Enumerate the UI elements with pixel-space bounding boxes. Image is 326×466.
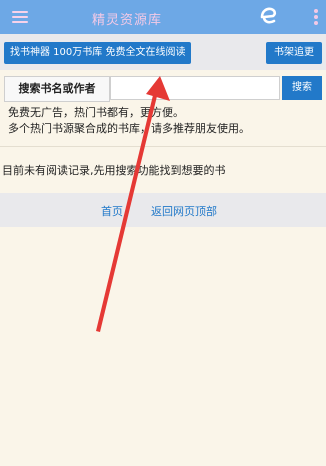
- search-button[interactable]: 搜索: [282, 76, 322, 100]
- back-to-top-link[interactable]: 返回网页顶部: [151, 203, 217, 219]
- menu-icon-line: [12, 11, 28, 13]
- menu-icon[interactable]: [12, 11, 28, 23]
- reading-history-empty: 目前未有阅读记录,先用搜索功能找到想要的书: [2, 164, 226, 177]
- more-vert-icon[interactable]: [314, 9, 318, 25]
- menu-icon-line: [12, 21, 28, 23]
- home-link[interactable]: 首页: [101, 203, 123, 219]
- search-label: 搜索书名或作者: [4, 76, 110, 102]
- divider: [0, 146, 326, 147]
- intro-line-2: 多个热门书源聚合成的书库，请多推荐朋友使用。: [8, 122, 250, 135]
- more-dot: [314, 9, 318, 13]
- more-dot: [314, 15, 318, 19]
- more-dot: [314, 21, 318, 25]
- search-input[interactable]: [110, 76, 280, 100]
- intro-text: 免费无广告，热门书都有，更方便。 多个热门书源聚合成的书库，请多推荐朋友使用。: [8, 105, 318, 137]
- app-title: 精灵资源库: [92, 13, 163, 28]
- menu-icon-line: [12, 16, 28, 18]
- promo-button[interactable]: 找书神器 100万书库 免费全文在线阅读: [4, 42, 192, 64]
- e-logo-icon[interactable]: [258, 5, 280, 27]
- bookshelf-button[interactable]: 书架追更: [266, 42, 322, 64]
- intro-line-1: 免费无广告，热门书都有，更方便。: [8, 106, 184, 119]
